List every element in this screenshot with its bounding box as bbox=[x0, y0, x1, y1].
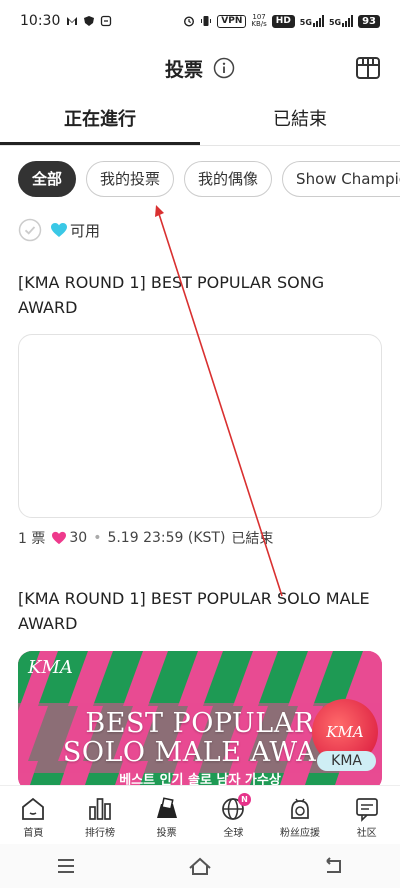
chip-my-idols[interactable]: 我的偶像 bbox=[184, 161, 273, 197]
separator-dot: • bbox=[93, 530, 102, 546]
gmail-icon bbox=[67, 17, 78, 25]
fan-support-icon bbox=[291, 798, 309, 819]
info-icon[interactable] bbox=[213, 57, 235, 79]
vote-count: 1 票 bbox=[18, 531, 46, 547]
tab-ongoing[interactable]: 正在進行 bbox=[0, 96, 200, 145]
heart-icon bbox=[51, 223, 67, 237]
system-nav-bar bbox=[0, 844, 400, 888]
new-badge: N bbox=[238, 793, 252, 806]
home-icon bbox=[22, 797, 45, 820]
nav-chart[interactable]: 排行榜 bbox=[67, 786, 134, 843]
nav-vote[interactable]: 投票 bbox=[133, 786, 200, 843]
chip-my-votes[interactable]: 我的投票 bbox=[86, 161, 175, 197]
community-icon bbox=[355, 798, 378, 822]
vote-icon bbox=[156, 797, 177, 818]
signal-bars-icon bbox=[342, 15, 354, 27]
hd-indicator: HD bbox=[271, 14, 295, 28]
menu-icon[interactable] bbox=[55, 857, 77, 875]
gift-box-icon[interactable] bbox=[354, 54, 382, 82]
available-label: 可用 bbox=[70, 221, 101, 240]
vote-meta: 1 票 30 • 5.19 23:59 (KST) 已結束 bbox=[18, 528, 273, 548]
kma-tag: KMA bbox=[317, 751, 376, 771]
vote-title[interactable]: [KMA ROUND 1] BEST POPULAR SONG AWARD bbox=[18, 270, 378, 320]
back-icon[interactable] bbox=[323, 857, 345, 875]
filter-chips: 全部 我的投票 我的偶像 Show Champion bbox=[18, 161, 400, 197]
vote-banner[interactable]: KMA BEST POPULAR SOLO MALE AWAR 베스트 인기 솔… bbox=[18, 651, 382, 791]
vote-card-image[interactable] bbox=[18, 334, 382, 518]
bar-chart-icon bbox=[89, 798, 111, 820]
alarm-icon bbox=[184, 16, 195, 27]
vpn-indicator: VPN bbox=[217, 14, 247, 28]
chip-show-champion[interactable]: Show Champion bbox=[282, 161, 400, 197]
vote-status: 已結束 bbox=[231, 531, 274, 547]
tab-ended[interactable]: 已結束 bbox=[200, 96, 400, 145]
vote-title[interactable]: [KMA ROUND 1] BEST POPULAR SOLO MALE AWA… bbox=[18, 586, 378, 636]
nav-global[interactable]: N 全球 bbox=[200, 786, 267, 843]
page-title: 投票 bbox=[164, 58, 203, 81]
kma-logo: KMA bbox=[28, 657, 73, 678]
vote-deadline: 5.19 23:59 (KST) bbox=[107, 530, 226, 546]
status-tabs: 正在進行 已結束 bbox=[0, 96, 400, 146]
vibrate-icon bbox=[201, 16, 212, 26]
home-outline-icon[interactable] bbox=[188, 856, 212, 876]
page-header: 投票 bbox=[0, 48, 400, 88]
chip-all[interactable]: 全部 bbox=[18, 161, 77, 197]
battery-level: 93 bbox=[358, 14, 380, 28]
heart-icon bbox=[52, 531, 67, 545]
heart-count: 30 bbox=[69, 530, 88, 546]
nav-home[interactable]: 首頁 bbox=[0, 786, 67, 843]
status-bar: 10:30 VPN 107 KB/s HD 5G 5G 93 bbox=[0, 0, 400, 42]
signal-1: 5G bbox=[300, 15, 324, 27]
signal-bars-icon bbox=[312, 15, 324, 27]
notification-icon bbox=[101, 15, 112, 27]
network-speed: 107 KB/s bbox=[251, 13, 267, 28]
nav-fan-support[interactable]: 粉丝应援 bbox=[267, 786, 334, 843]
signal-2: 5G bbox=[329, 15, 354, 27]
available-filter[interactable]: 可用 bbox=[18, 218, 100, 242]
nav-community[interactable]: 社区 bbox=[333, 786, 400, 843]
bottom-nav: 首頁 排行榜 投票 N 全球 粉丝应援 社区 bbox=[0, 785, 400, 843]
shield-icon bbox=[84, 16, 95, 26]
check-circle-icon[interactable] bbox=[18, 218, 42, 242]
status-time: 10:30 bbox=[20, 13, 61, 29]
